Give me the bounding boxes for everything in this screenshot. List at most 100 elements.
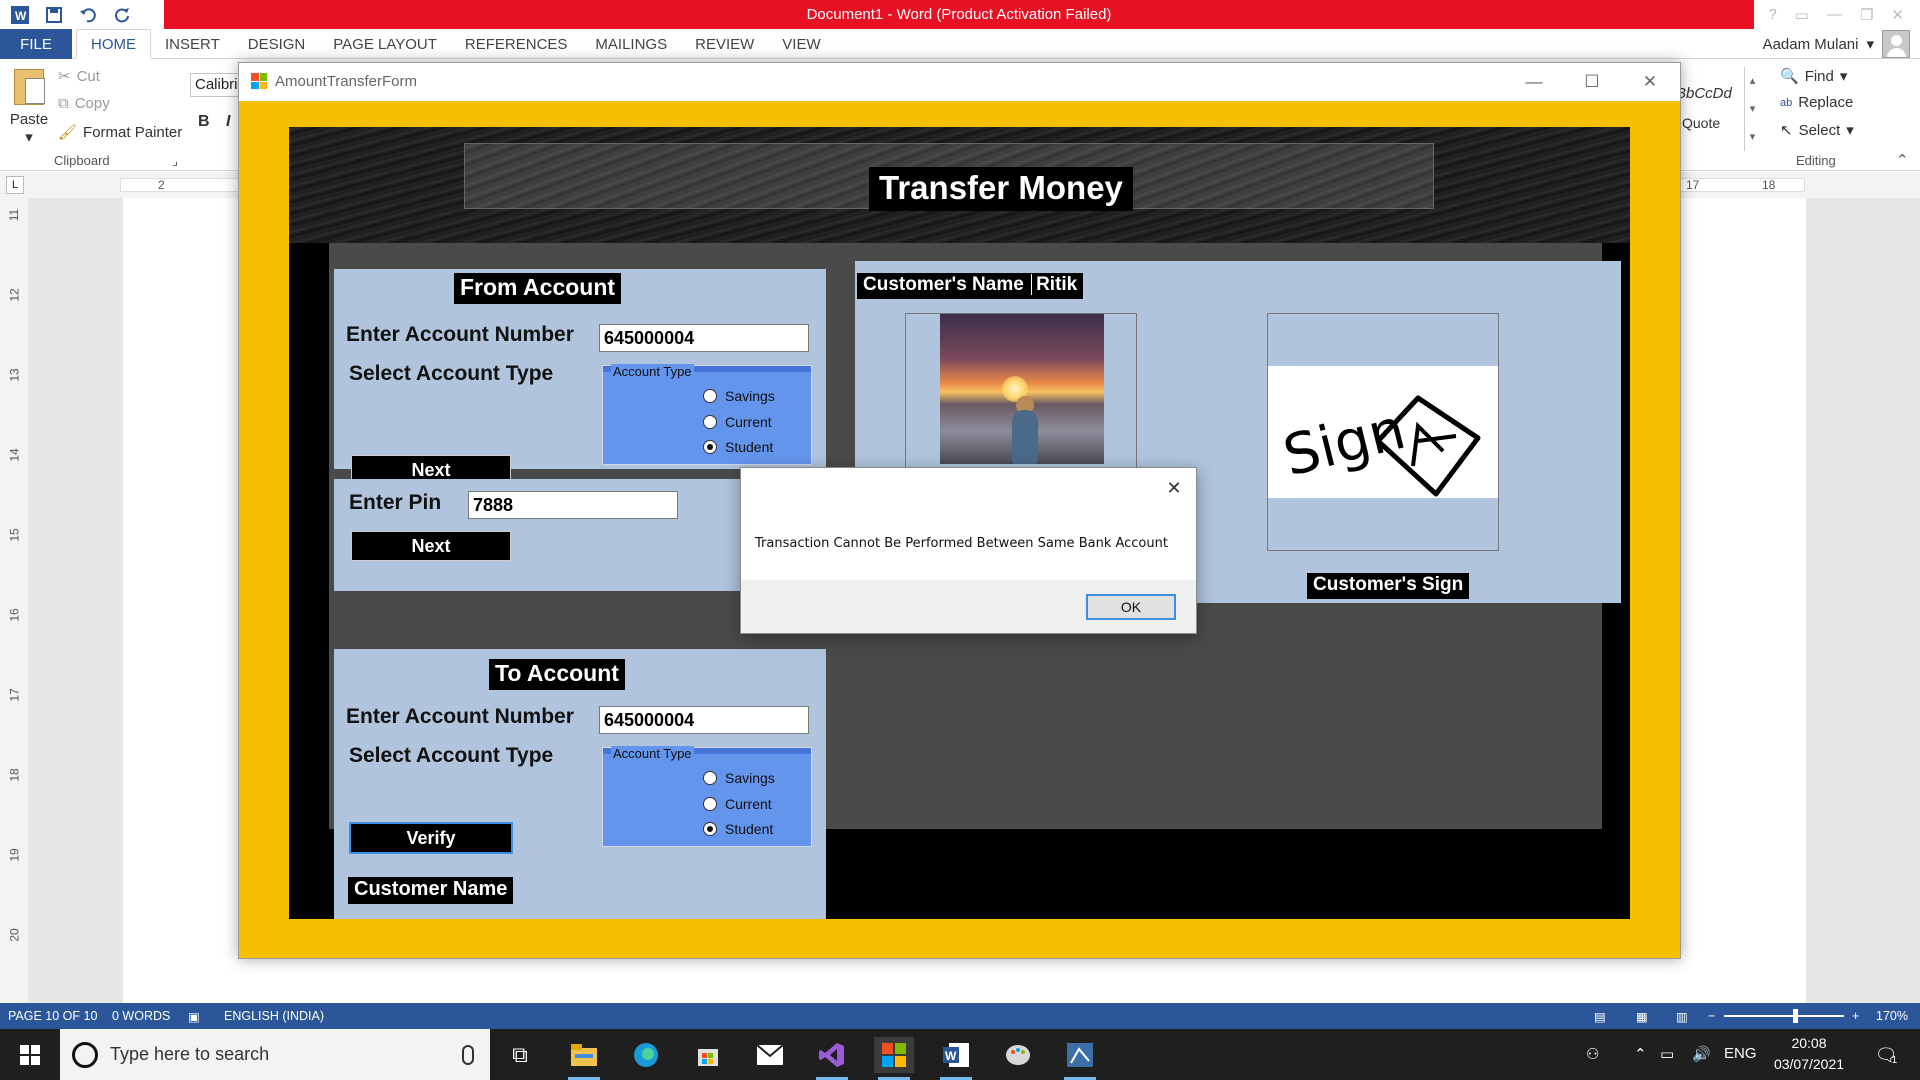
- minimize-icon[interactable]: —: [1827, 6, 1842, 23]
- radio-button[interactable]: [703, 771, 717, 785]
- user-account[interactable]: Aadam Mulani ▾: [1763, 29, 1910, 59]
- form-title-bar[interactable]: AmountTransferForm — ☐ ✕: [239, 63, 1680, 101]
- user-name[interactable]: Aadam Mulani: [1763, 36, 1859, 53]
- paint-icon[interactable]: [998, 1037, 1038, 1073]
- volume-icon[interactable]: 🔊: [1692, 1045, 1711, 1063]
- store-icon[interactable]: [688, 1037, 728, 1073]
- task-view-icon[interactable]: ⧉: [500, 1037, 540, 1073]
- verify-button[interactable]: Verify: [349, 822, 513, 854]
- to-account-type-label: Select Account Type: [349, 744, 554, 767]
- tab-home[interactable]: HOME: [76, 29, 151, 59]
- find-button[interactable]: 🔍 Find ▾: [1780, 67, 1847, 86]
- redo-icon[interactable]: [110, 4, 134, 26]
- taskbar-search[interactable]: Type here to search: [60, 1029, 490, 1080]
- avatar[interactable]: [1882, 30, 1910, 58]
- restore-icon[interactable]: ❐: [1860, 6, 1873, 24]
- chevron-down-icon[interactable]: ▾: [8, 128, 50, 146]
- zoom-slider-track[interactable]: [1724, 1015, 1844, 1017]
- pin-next-button[interactable]: Next: [351, 531, 511, 561]
- network-icon[interactable]: ▭: [1660, 1045, 1674, 1063]
- microphone-icon[interactable]: [462, 1044, 474, 1065]
- tab-file[interactable]: FILE: [0, 29, 72, 59]
- radio-button[interactable]: [703, 440, 717, 454]
- help-icon[interactable]: ?: [1768, 6, 1776, 23]
- zoom-out-icon[interactable]: −: [1708, 1009, 1715, 1023]
- radio-button[interactable]: [703, 797, 717, 811]
- from-radio-savings[interactable]: Savings: [703, 388, 775, 404]
- notification-center-button[interactable]: 🗨 1: [1866, 1039, 1906, 1071]
- tab-page-layout[interactable]: PAGE LAYOUT: [319, 29, 451, 59]
- italic-button[interactable]: I: [226, 113, 230, 131]
- maximize-icon[interactable]: ☐: [1563, 63, 1621, 101]
- ruler-number: 17: [7, 688, 22, 702]
- mail-icon[interactable]: [750, 1037, 790, 1073]
- language[interactable]: ENGLISH (INDIA): [224, 1009, 324, 1023]
- tab-view[interactable]: VIEW: [768, 29, 834, 59]
- close-icon[interactable]: ✕: [1891, 6, 1904, 24]
- pin-input[interactable]: [468, 491, 678, 519]
- style-preview[interactable]: BbCcDd: [1676, 85, 1732, 102]
- file-explorer-icon[interactable]: [564, 1037, 604, 1080]
- radio-label: Savings: [725, 770, 775, 786]
- winforms-app-icon[interactable]: [874, 1037, 914, 1080]
- tab-selector[interactable]: L: [6, 176, 24, 194]
- word-app-icon[interactable]: W: [8, 4, 32, 26]
- style-quote[interactable]: Quote: [1682, 115, 1720, 131]
- ok-button[interactable]: OK: [1086, 594, 1176, 620]
- to-radio-savings[interactable]: Savings: [703, 770, 775, 786]
- dialog-launcher-icon[interactable]: ⌟: [172, 153, 178, 169]
- sql-server-icon[interactable]: [1060, 1037, 1100, 1080]
- collapse-ribbon-icon[interactable]: ⌃: [1896, 151, 1909, 169]
- web-layout-icon[interactable]: ▥: [1676, 1009, 1688, 1024]
- zoom-slider-thumb[interactable]: [1793, 1009, 1798, 1023]
- form-app-icon[interactable]: [251, 73, 267, 89]
- paste-button[interactable]: Paste ▾: [8, 67, 50, 151]
- from-account-number-input[interactable]: [599, 324, 809, 352]
- undo-icon[interactable]: [76, 4, 100, 26]
- replace-button[interactable]: ab Replace: [1780, 94, 1853, 111]
- tab-design[interactable]: DESIGN: [234, 29, 320, 59]
- proofing-icon[interactable]: ▣: [188, 1009, 200, 1024]
- tab-mailings[interactable]: MAILINGS: [581, 29, 681, 59]
- radio-button[interactable]: [703, 389, 717, 403]
- copy-button[interactable]: ⧉ Copy: [58, 95, 110, 112]
- select-button[interactable]: ↖ Select ▾: [1780, 121, 1854, 140]
- from-radio-student[interactable]: Student: [703, 439, 773, 455]
- radio-button[interactable]: [703, 822, 717, 836]
- to-radio-student[interactable]: Student: [703, 821, 773, 837]
- close-icon[interactable]: ✕: [1162, 476, 1186, 500]
- customer-name-value: Ritik: [1031, 274, 1078, 295]
- edge-icon[interactable]: [626, 1037, 666, 1073]
- bold-button[interactable]: B: [198, 113, 210, 131]
- minimize-icon[interactable]: —: [1505, 63, 1563, 101]
- zoom-in-icon[interactable]: +: [1852, 1009, 1859, 1023]
- print-layout-icon[interactable]: ▦: [1636, 1009, 1648, 1024]
- visual-studio-icon[interactable]: [812, 1037, 852, 1080]
- close-icon[interactable]: ✕: [1621, 63, 1679, 101]
- format-painter-button[interactable]: 🖌 Format Painter: [58, 123, 182, 142]
- word-title-bar: W Document1 - Word (Product Activation F…: [0, 0, 1920, 29]
- cut-button[interactable]: ✂ Cut: [58, 67, 100, 86]
- word-taskbar-icon[interactable]: W: [936, 1037, 976, 1080]
- save-icon[interactable]: [42, 4, 66, 26]
- to-account-number-input[interactable]: [599, 706, 809, 734]
- taskbar-clock[interactable]: 20:08 03/07/2021: [1764, 1033, 1854, 1075]
- show-hidden-icons-icon[interactable]: ⌃: [1634, 1045, 1647, 1063]
- page-count[interactable]: PAGE 10 OF 10: [8, 1009, 97, 1023]
- to-radio-current[interactable]: Current: [703, 796, 772, 812]
- people-icon[interactable]: ⚇: [1586, 1045, 1599, 1063]
- word-count[interactable]: 0 WORDS: [112, 1009, 170, 1023]
- tab-insert[interactable]: INSERT: [151, 29, 234, 59]
- read-mode-icon[interactable]: ▤: [1594, 1009, 1606, 1024]
- from-account-number-label: Enter Account Number: [346, 323, 574, 346]
- tab-references[interactable]: REFERENCES: [451, 29, 582, 59]
- chevron-down-icon[interactable]: ▾: [1866, 35, 1874, 53]
- from-radio-current[interactable]: Current: [703, 414, 772, 430]
- styles-scroll[interactable]: ▴ ▾ ▾: [1744, 67, 1760, 151]
- input-language[interactable]: ENG: [1724, 1045, 1757, 1062]
- zoom-level[interactable]: 170%: [1876, 1009, 1908, 1023]
- start-button[interactable]: [0, 1029, 60, 1080]
- radio-button[interactable]: [703, 415, 717, 429]
- tab-review[interactable]: REVIEW: [681, 29, 768, 59]
- ribbon-display-options-icon[interactable]: ▭: [1795, 6, 1809, 24]
